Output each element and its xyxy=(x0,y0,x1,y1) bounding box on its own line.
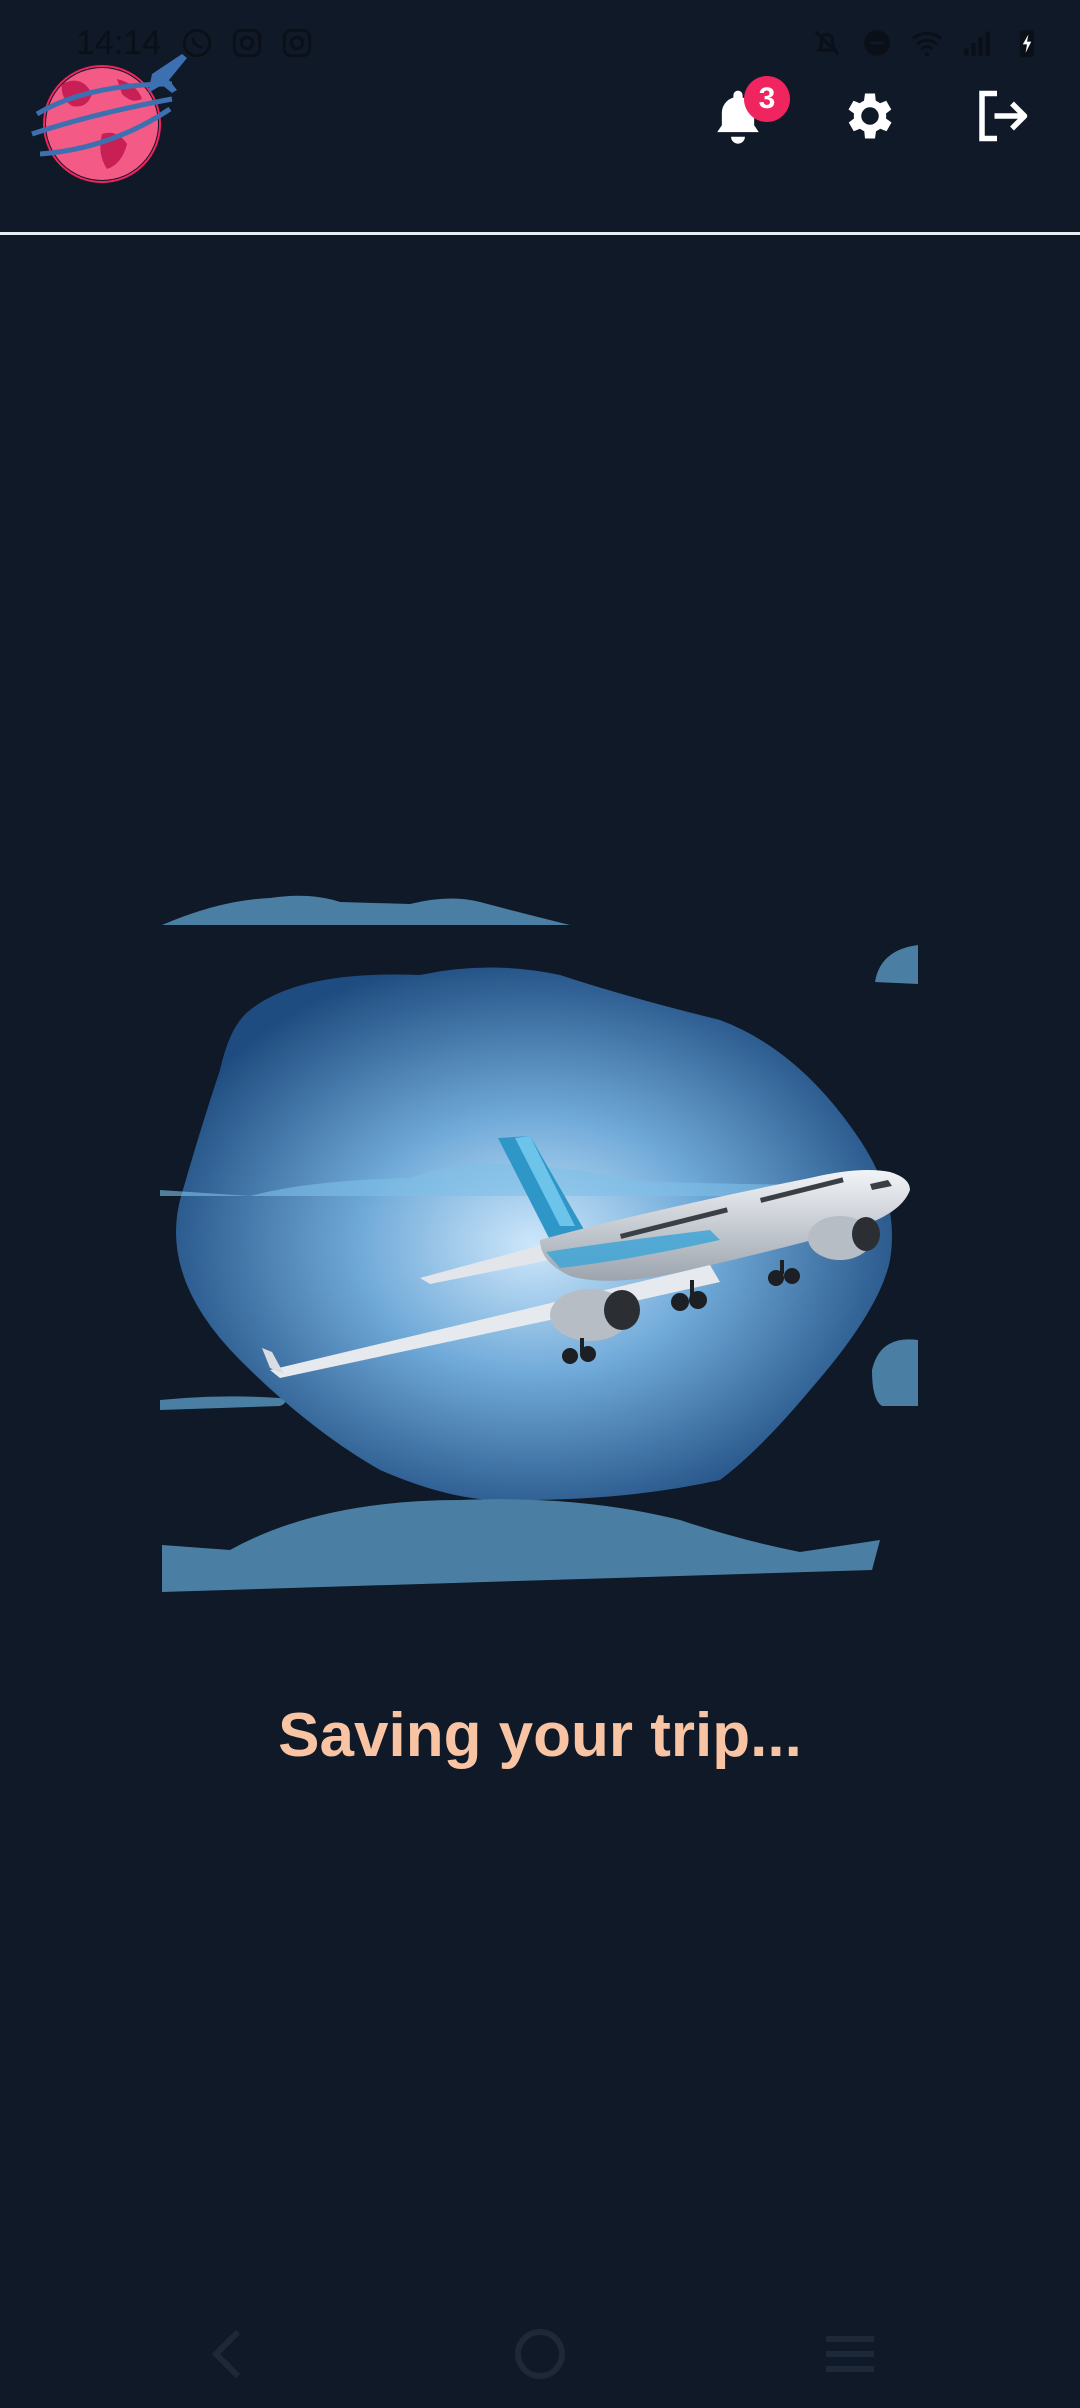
system-nav-bar xyxy=(0,2300,1080,2408)
logout-icon xyxy=(979,90,1028,142)
recents-icon xyxy=(826,2336,874,2372)
home-button[interactable] xyxy=(510,2324,570,2384)
logout-button[interactable] xyxy=(966,80,1038,152)
app-header: 3 xyxy=(0,0,1080,232)
gear-icon xyxy=(848,93,892,139)
back-button[interactable] xyxy=(198,2324,258,2384)
header-divider xyxy=(0,232,1080,235)
airplane-in-clouds-illustration xyxy=(160,895,918,1592)
home-icon xyxy=(515,2329,565,2379)
recents-button[interactable] xyxy=(820,2324,880,2384)
trip-saving-screen: 14:14 3 Saving your trip... xyxy=(0,0,1080,2408)
loading-text: Saving your trip... xyxy=(278,1701,802,1770)
notification-badge: 3 xyxy=(744,76,790,122)
back-icon xyxy=(211,2329,241,2379)
globe-airplane-logo xyxy=(31,54,187,183)
settings-button[interactable] xyxy=(834,80,906,152)
